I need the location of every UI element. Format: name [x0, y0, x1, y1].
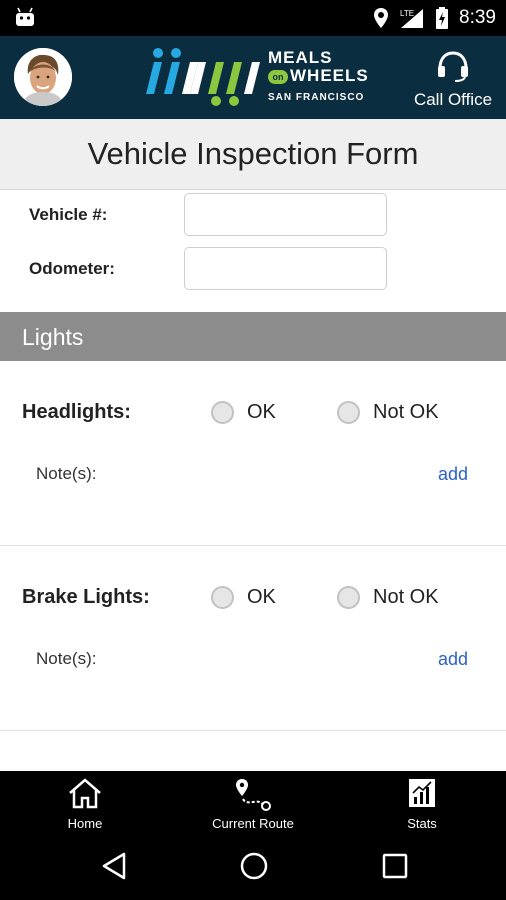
- notes-label: Note(s):: [36, 649, 97, 668]
- route-icon: [236, 779, 271, 811]
- vehicle-number-label: Vehicle #:: [29, 205, 108, 224]
- meals-on-wheels-logo: MEALS on WHEELS SAN FRANCISCO: [140, 46, 375, 108]
- location-icon: [374, 8, 389, 28]
- section-header-lights: Lights: [0, 312, 506, 361]
- headlights-not-ok-radio[interactable]: Not OK: [337, 401, 439, 424]
- add-note-link[interactable]: add: [438, 464, 468, 485]
- notes-label: Note(s):: [36, 464, 97, 483]
- call-office-button[interactable]: Call Office: [412, 50, 494, 110]
- logo-text-city: SAN FRANCISCO: [268, 92, 365, 103]
- android-icon: [16, 7, 34, 26]
- item-label: Headlights:: [22, 401, 131, 423]
- inspection-item-brake-lights: Brake Lights: OK Not OK Note(s): add: [0, 546, 506, 731]
- nav-stats[interactable]: Stats: [380, 771, 464, 837]
- headlights-ok-radio[interactable]: OK: [211, 401, 276, 424]
- radio-circle-icon: [337, 401, 360, 424]
- vehicle-number-input[interactable]: [184, 193, 387, 236]
- radio-label: Not OK: [373, 401, 439, 423]
- status-time: 8:39: [459, 7, 496, 28]
- nav-stats-label: Stats: [407, 816, 437, 831]
- nav-home-label: Home: [67, 816, 103, 831]
- page-title: Vehicle Inspection Form: [87, 136, 419, 171]
- app-header: MEALS on WHEELS SAN FRANCISCO Call Offic…: [0, 36, 506, 119]
- inspection-item-headlights: Headlights: OK Not OK Note(s): add: [0, 361, 506, 546]
- odometer-label: Odometer:: [29, 259, 115, 278]
- headset-icon: [438, 51, 468, 82]
- radio-circle-icon: [211, 586, 234, 609]
- signal-icon: LTE: [400, 9, 424, 28]
- section-title: Lights: [22, 324, 84, 350]
- nav-home[interactable]: Home: [40, 771, 130, 837]
- recents-icon[interactable]: [381, 851, 409, 881]
- home-icon: [69, 778, 101, 809]
- logo-text-meals: MEALS: [268, 48, 333, 67]
- call-office-label: Call Office: [413, 90, 493, 109]
- radio-label: OK: [247, 586, 276, 608]
- radio-label: OK: [247, 401, 276, 423]
- odometer-input[interactable]: [184, 247, 387, 290]
- add-note-link[interactable]: add: [438, 649, 468, 670]
- stats-icon: [409, 779, 435, 807]
- svg-text:LTE: LTE: [400, 9, 414, 18]
- logo-text-on: on: [268, 70, 288, 84]
- avatar-photo: [14, 48, 72, 106]
- brake-lights-not-ok-radio[interactable]: Not OK: [337, 586, 439, 609]
- logo-mark: [146, 48, 260, 106]
- odometer-row: Odometer:: [0, 247, 506, 291]
- nav-current-route-label: Current Route: [212, 816, 294, 831]
- item-label: Brake Lights:: [22, 586, 150, 608]
- nav-current-route[interactable]: Current Route: [203, 771, 303, 837]
- radio-circle-icon: [337, 586, 360, 609]
- vehicle-number-row: Vehicle #:: [0, 193, 506, 237]
- battery-icon: [436, 7, 449, 29]
- status-bar: LTE 8:39: [0, 0, 506, 36]
- radio-circle-icon: [211, 401, 234, 424]
- home-circle-icon[interactable]: [239, 851, 269, 881]
- title-bar: Vehicle Inspection Form: [0, 119, 506, 190]
- back-icon[interactable]: [100, 851, 128, 881]
- avatar[interactable]: [14, 48, 72, 106]
- system-nav-bar: [0, 837, 506, 900]
- logo-text-wheels: WHEELS: [290, 66, 369, 85]
- bottom-nav: Home Current Route Stats: [0, 771, 506, 837]
- brake-lights-ok-radio[interactable]: OK: [211, 586, 276, 609]
- radio-label: Not OK: [373, 586, 439, 608]
